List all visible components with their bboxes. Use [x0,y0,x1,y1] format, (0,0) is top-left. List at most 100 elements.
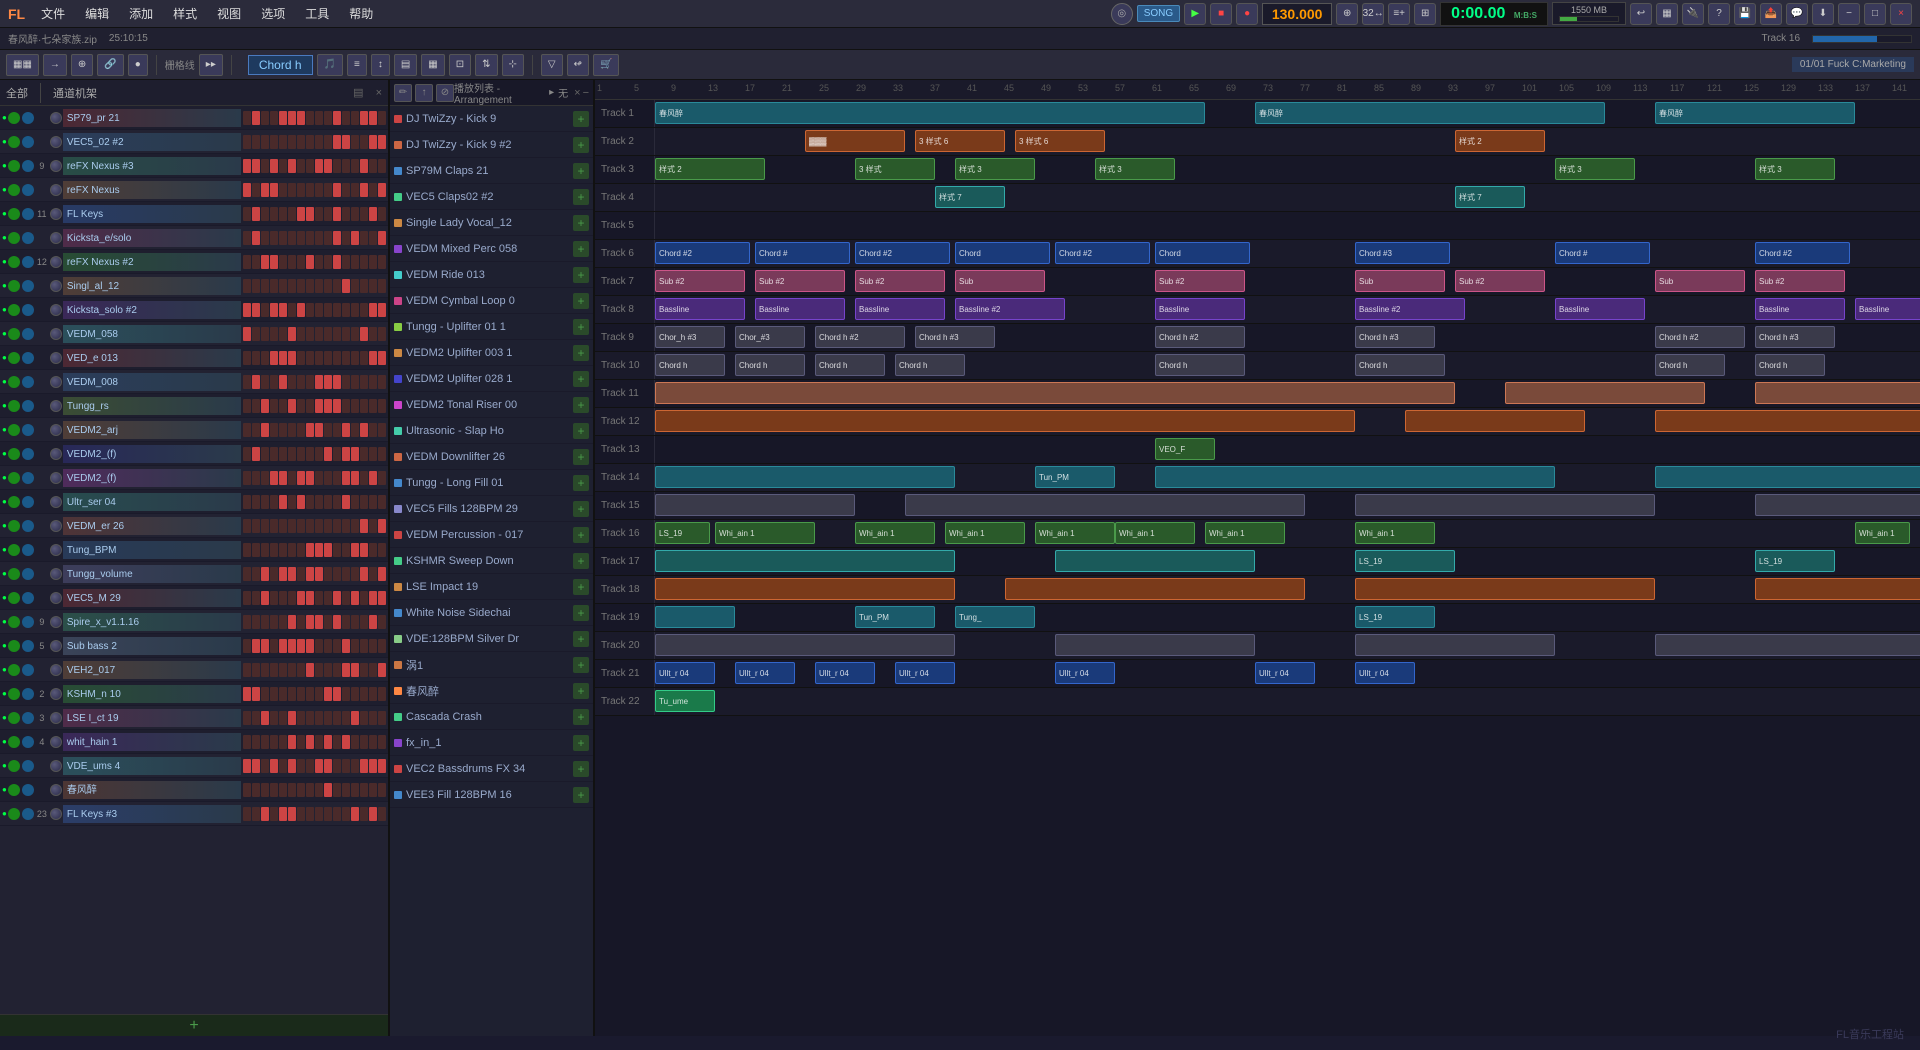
track-content[interactable]: Chor_h #3Chor_#3Chord h #2Chord h #3Chor… [655,324,1920,351]
seq-btn[interactable] [270,495,278,509]
ch-mute-btn[interactable] [8,184,20,196]
arrangement-clip[interactable] [1055,634,1255,656]
seq-btn[interactable] [324,351,332,365]
seq-btn[interactable] [315,159,323,173]
seq-btn[interactable] [243,303,251,317]
seq-btn[interactable] [378,615,386,629]
instr-row[interactable]: VEDM Percussion - 017 + [390,522,593,548]
seq-btn[interactable] [270,327,278,341]
plugin-icon[interactable]: 🔌 [1682,3,1704,25]
seq-btn[interactable] [360,567,368,581]
seq-btn[interactable] [324,183,332,197]
seq-btn[interactable] [279,303,287,317]
chord-tool6[interactable]: ⇅ [475,54,497,76]
seq-btn[interactable] [306,399,314,413]
seq-btn[interactable] [261,423,269,437]
seq-btn[interactable] [351,303,359,317]
arrangement-clip[interactable] [655,494,855,516]
instr-add-btn[interactable]: + [573,397,589,413]
seq-btn[interactable] [369,519,377,533]
seq-btn[interactable] [306,615,314,629]
seq-btn[interactable] [288,135,296,149]
seq-btn[interactable] [261,207,269,221]
arrangement-clip[interactable] [1755,494,1920,516]
seq-btn[interactable] [270,567,278,581]
ch-solo-btn[interactable] [22,808,34,820]
seq-btn[interactable] [369,255,377,269]
seq-btn[interactable] [306,687,314,701]
arrangement-clip[interactable] [1655,466,1920,488]
seq-btn[interactable] [342,159,350,173]
track-content[interactable] [655,212,1920,239]
ch-vol-knob[interactable] [50,760,62,772]
seq-btn[interactable] [279,759,287,773]
track-content[interactable]: Tun_PM [655,464,1920,491]
seq-btn[interactable] [351,255,359,269]
draw-tool[interactable]: ✏ [394,84,412,102]
seq-btn[interactable] [360,663,368,677]
seq-btn[interactable] [306,495,314,509]
track-content[interactable] [655,492,1920,519]
seq-btn[interactable] [261,159,269,173]
instr-row[interactable]: VEDM2 Uplifter 003 1 + [390,340,593,366]
record-btn[interactable]: ● [1236,3,1258,25]
seq-btn[interactable] [306,207,314,221]
seq-btn[interactable] [297,639,305,653]
ch-vol-knob[interactable] [50,712,62,724]
arrangement-clip[interactable] [905,494,1305,516]
arrangement-clip[interactable]: Tu_ume [655,690,715,712]
seq-btn[interactable] [306,159,314,173]
seq-btn[interactable] [252,351,260,365]
seq-btn[interactable] [261,543,269,557]
seq-btn[interactable] [351,447,359,461]
seq-btn[interactable] [324,711,332,725]
ch-solo-btn[interactable] [22,472,34,484]
seq-btn[interactable] [333,447,341,461]
seq-btn[interactable] [288,663,296,677]
seq-btn[interactable] [333,759,341,773]
instr-add-btn[interactable]: + [573,527,589,543]
seq-btn[interactable] [333,375,341,389]
seq-btn[interactable] [333,543,341,557]
arrangement-clip[interactable] [655,550,955,572]
tool-icon-2[interactable]: 32↔ [1362,3,1384,25]
seq-btn[interactable] [324,375,332,389]
seq-btn[interactable] [279,663,287,677]
seq-btn[interactable] [261,687,269,701]
seq-btn[interactable] [288,591,296,605]
arrangement-clip[interactable]: Bassline [1755,298,1845,320]
instr-add-btn[interactable]: + [573,293,589,309]
seq-btn[interactable] [270,231,278,245]
seq-btn[interactable] [360,639,368,653]
seq-btn[interactable] [342,231,350,245]
ch-vol-knob[interactable] [50,328,62,340]
instr-add-btn[interactable]: + [573,761,589,777]
ch-name[interactable]: LSE I_ct 19 [63,709,241,727]
seq-btn[interactable] [261,519,269,533]
seq-btn[interactable] [252,543,260,557]
instr-add-btn[interactable]: + [573,787,589,803]
seq-btn[interactable] [261,399,269,413]
seq-btn[interactable] [306,519,314,533]
seq-btn[interactable] [333,327,341,341]
seq-btn[interactable] [360,759,368,773]
track-content[interactable]: Chord hChord hChord hChord hChord hChord… [655,352,1920,379]
seq-btn[interactable] [351,399,359,413]
seq-btn[interactable] [270,615,278,629]
seq-btn[interactable] [342,759,350,773]
arrangement-clip[interactable]: LS_19 [655,522,710,544]
arrangement-clip[interactable]: Chord #2 [1055,242,1150,264]
seq-btn[interactable] [252,255,260,269]
track-content[interactable]: Tun_PMTung_LS_19Tun_PM [655,604,1920,631]
seq-btn[interactable] [306,783,314,797]
seq-btn[interactable] [315,471,323,485]
seq-btn[interactable] [297,543,305,557]
ch-solo-btn[interactable] [22,736,34,748]
seq-btn[interactable] [351,135,359,149]
seq-btn[interactable] [342,447,350,461]
seq-btn[interactable] [342,735,350,749]
seq-btn[interactable] [279,279,287,293]
seq-btn[interactable] [288,279,296,293]
arrangement-clip[interactable]: Bassline [1555,298,1645,320]
arrangement-clip[interactable] [1655,634,1920,656]
